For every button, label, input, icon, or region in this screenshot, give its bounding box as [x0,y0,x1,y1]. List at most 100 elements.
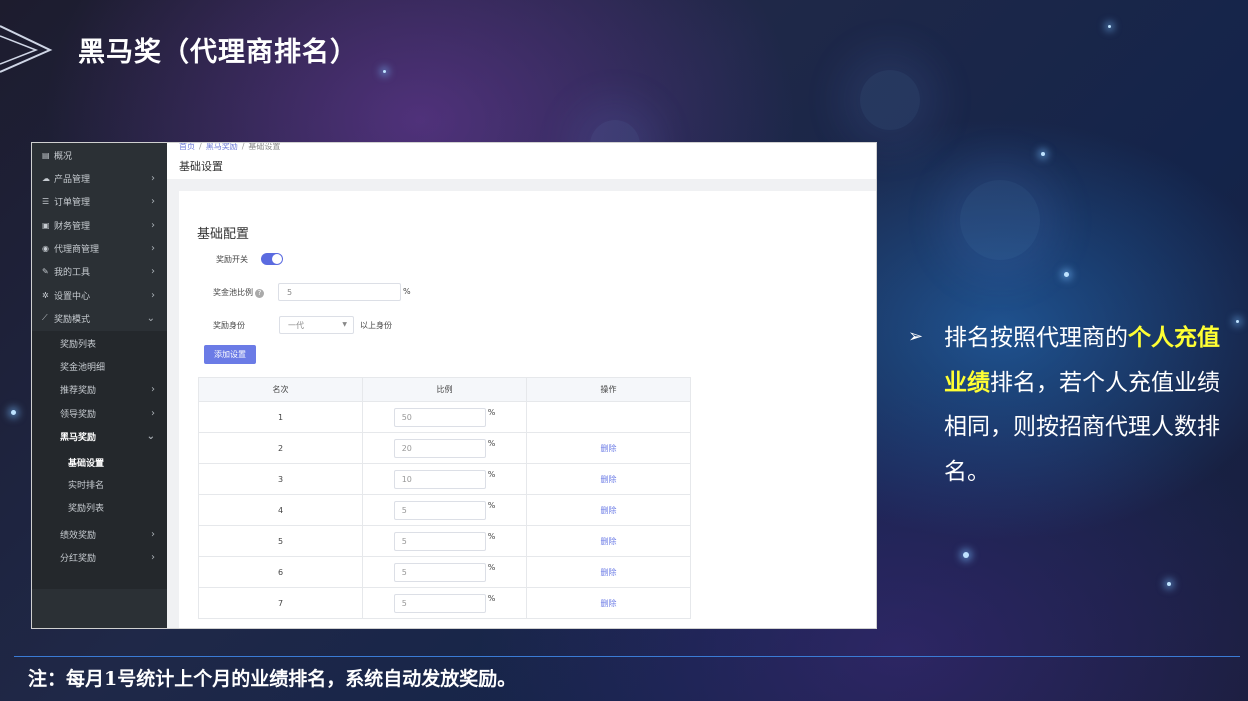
ratio-unit: % [487,593,496,603]
ratio-unit: % [487,438,496,448]
sidebar-item-products[interactable]: ☁ 产品管理 › [32,168,167,188]
sidebar-sub-performance[interactable]: 绩效奖励 › [32,524,167,544]
chevron-right-icon: › [151,528,155,540]
ratio-unit: % [487,562,496,572]
delete-link[interactable]: 删除 [601,537,617,546]
header-ratio: 比例 [362,377,527,402]
ratio-cell: 5% [362,494,527,526]
breadcrumb-section[interactable]: 黑马奖励 [206,143,238,151]
sidebar-item-label: 推荐奖励 [60,385,97,396]
sidebar-item-label: 奖励列表 [68,503,105,514]
sidebar-sub-realtime-rank[interactable]: 实时排名 [32,474,167,494]
breadcrumb-home[interactable]: 首页 [179,143,195,151]
identity-suffix: 以上身份 [360,321,392,330]
chevron-down-icon: ⌄ [146,312,155,324]
reward-toggle[interactable] [261,253,283,265]
sidebar-item-finance[interactable]: ▣ 财务管理 › [32,215,167,235]
sidebar-sub-heima[interactable]: 黑马奖励 ⌄ [32,426,167,446]
sidebar-item-tools[interactable]: ✎ 我的工具 › [32,261,167,281]
ratio-cell: 5% [362,587,527,619]
rank-table: 名次 比例 操作 1 50% 2 20% 删除 3 10% 删除 4 5% 删除 5 5% 删除 6 5% 删除… [198,377,691,619]
main-content: 首页 / 黑马奖励 / 基础设置 基础设置 基础配置 奖励开关 奖金池比例? 5 % 奖… [167,143,876,628]
delete-link[interactable]: 删除 [601,599,617,608]
ratio-input[interactable]: 5 [393,500,486,520]
add-setting-button[interactable]: 添加设置 [204,345,256,364]
ratio-input[interactable]: 10 [393,469,486,489]
table-header-row: 名次 比例 操作 [198,377,691,402]
background-glow [860,70,920,130]
header-decoration-icon [0,25,53,73]
ratio-input[interactable]: 5 [393,531,486,551]
ratio-input[interactable]: 50 [393,407,486,427]
breadcrumb-current: 基础设置 [248,142,281,151]
sidebar-item-label: 产品管理 [54,174,91,185]
star [383,70,386,73]
slide-title: 黑马奖（代理商排名） [78,37,358,68]
card-title: 基础配置 [197,227,250,242]
sidebar-item-label: 绩效奖励 [60,530,97,541]
list-icon: ☰ [42,196,50,206]
switch-label: 奖励开关 [216,255,248,264]
chevron-right-icon: › [151,195,155,207]
sidebar-sub-referral[interactable]: 推荐奖励 › [32,379,167,399]
sidebar: ▤ 概况 ☁ 产品管理 › ☰ 订单管理 › ▣ 财务管理 › ◉ 代理商管理 … [32,143,167,628]
rank-cell: 1 [198,401,363,433]
action-cell: 删除 [526,525,691,557]
table-row: 4 5% 删除 [198,494,691,526]
sidebar-item-agents[interactable]: ◉ 代理商管理 › [32,238,167,258]
identity-select-value: 一代 [288,320,304,330]
caret-down-icon: ▼ [342,321,347,328]
chart-icon: ⟋ [42,313,48,322]
sidebar-sub-dividend[interactable]: 分红奖励 › [32,547,167,567]
rank-cell: 3 [198,463,363,495]
divider [14,656,1240,657]
cloud-icon: ☁ [42,173,50,183]
sidebar-item-settings[interactable]: ✲ 设置中心 › [32,285,167,305]
sidebar-item-orders[interactable]: ☰ 订单管理 › [32,191,167,211]
sidebar-sub-basic-settings[interactable]: 基础设置 [32,452,167,472]
ratio-unit: % [487,407,496,417]
sidebar-item-reward-mode[interactable]: ⟋ 奖励模式 ⌄ [32,308,167,328]
delete-link[interactable]: 删除 [601,568,617,577]
sidebar-item-label: 财务管理 [54,221,91,232]
chevron-right-icon: › [151,265,155,277]
rank-cell: 6 [198,556,363,588]
sidebar-sub-reward-list[interactable]: 奖励列表 [32,333,167,353]
star [1108,25,1111,28]
pool-ratio-input[interactable]: 5 [278,283,401,301]
action-cell: 删除 [526,494,691,526]
delete-link[interactable]: 删除 [601,475,617,484]
ratio-input[interactable]: 20 [393,438,486,458]
sidebar-item-overview[interactable]: ▤ 概况 [32,145,167,165]
identity-select[interactable]: 一代 ▼ [279,316,354,334]
ratio-unit: % [487,531,496,541]
ratio-input[interactable]: 5 [393,562,486,582]
topbar: 首页 / 黑马奖励 / 基础设置 基础设置 [167,143,876,179]
star [1064,272,1069,277]
sidebar-sub-pool-detail[interactable]: 奖金池明细 [32,356,167,376]
sidebar-sub-leader[interactable]: 领导奖励 › [32,403,167,423]
page-title: 基础设置 [179,160,223,173]
ratio-input[interactable]: 5 [393,593,486,613]
pool-label: 奖金池比例? [213,287,264,298]
delete-link[interactable]: 删除 [601,506,617,515]
sidebar-sub-heima-reward-list[interactable]: 奖励列表 [32,497,167,517]
chevron-right-icon: › [151,407,155,419]
star [1236,320,1239,323]
wrench-icon: ✎ [42,266,49,276]
star [1167,582,1171,586]
sidebar-item-label: 实时排名 [68,480,105,491]
identity-label: 奖励身份 [213,321,245,330]
description: 排名按照代理商的个人充值业绩排名，若个人充值业绩相同，则按招商代理人数排名。 [944,316,1234,494]
sidebar-item-label: 代理商管理 [54,244,100,255]
star [963,552,969,558]
background-glow [960,180,1040,260]
chevron-right-icon: › [151,242,155,254]
help-icon[interactable]: ? [255,289,264,298]
delete-link[interactable]: 删除 [601,444,617,453]
sidebar-item-label: 奖励模式 [54,314,91,325]
sidebar-item-label: 奖金池明细 [60,362,106,373]
sidebar-item-label: 设置中心 [54,291,91,302]
chevron-right-icon: › [151,289,155,301]
header-action: 操作 [526,377,691,402]
